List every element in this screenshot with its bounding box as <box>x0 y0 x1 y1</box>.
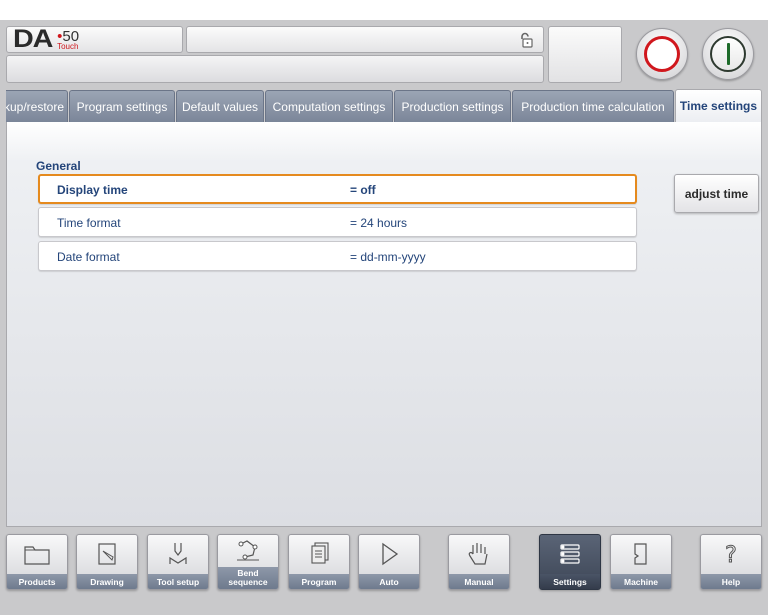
settings-tabs: kup/restore Program settings Default val… <box>6 89 762 122</box>
setting-label: Time format <box>57 216 121 230</box>
nav-drawing-button[interactable]: Drawing <box>76 534 138 590</box>
logo-sub: Touch <box>57 41 79 51</box>
start-icon <box>710 36 746 72</box>
logo-text: DA <box>13 25 53 53</box>
tool-icon <box>163 540 193 573</box>
play-icon <box>374 540 404 573</box>
program-icon <box>304 540 334 573</box>
setting-row-display-time[interactable]: Display time = off <box>38 174 637 204</box>
tab-computation-settings[interactable]: Computation settings <box>265 90 393 122</box>
nav-bend-sequence-button[interactable]: Bend sequence <box>217 534 279 590</box>
setting-label: Date format <box>57 250 120 264</box>
stop-button[interactable] <box>636 28 688 80</box>
bend-sequence-icon <box>233 538 263 569</box>
help-icon: ? <box>716 540 746 573</box>
drawing-icon <box>92 540 122 573</box>
setting-value: = dd-mm-yyyy <box>350 250 426 264</box>
section-title: General <box>36 159 81 173</box>
nav-program-button[interactable]: Program <box>288 534 350 590</box>
settings-icon <box>555 540 585 573</box>
tab-program-settings[interactable]: Program settings <box>69 90 175 122</box>
nav-manual-button[interactable]: Manual <box>448 534 510 590</box>
title-bar <box>186 26 544 53</box>
nav-tool-setup-button[interactable]: Tool setup <box>147 534 209 590</box>
tab-default-values[interactable]: Default values <box>176 90 264 122</box>
stop-icon <box>644 36 680 72</box>
nav-products-button[interactable]: Products <box>6 534 68 590</box>
info-panel <box>548 26 622 83</box>
status-bar <box>6 55 544 83</box>
setting-label: Display time <box>57 183 128 197</box>
tab-time-settings[interactable]: Time settings <box>675 89 762 122</box>
tab-production-settings[interactable]: Production settings <box>394 90 511 122</box>
nav-machine-button[interactable]: Machine <box>610 534 672 590</box>
adjust-time-button[interactable]: adjust time <box>674 174 759 213</box>
setting-row-time-format[interactable]: Time format = 24 hours <box>38 207 637 237</box>
logo: DA •50 Touch <box>6 26 183 53</box>
machine-icon <box>626 540 656 573</box>
tab-production-time-calculation[interactable]: Production time calculation <box>512 90 674 122</box>
setting-value: = off <box>350 183 376 197</box>
hand-icon <box>464 540 494 573</box>
folder-icon <box>22 540 52 573</box>
setting-value: = 24 hours <box>350 216 408 230</box>
nav-help-button[interactable]: ? Help <box>700 534 762 590</box>
nav-auto-button[interactable]: Auto <box>358 534 420 590</box>
unlock-icon[interactable] <box>519 32 533 53</box>
setting-row-date-format[interactable]: Date format = dd-mm-yyyy <box>38 241 637 271</box>
tab-backup-restore[interactable]: kup/restore <box>6 90 68 122</box>
svg-text:?: ? <box>725 543 737 568</box>
nav-settings-button[interactable]: Settings <box>539 534 601 590</box>
start-button[interactable] <box>702 28 754 80</box>
